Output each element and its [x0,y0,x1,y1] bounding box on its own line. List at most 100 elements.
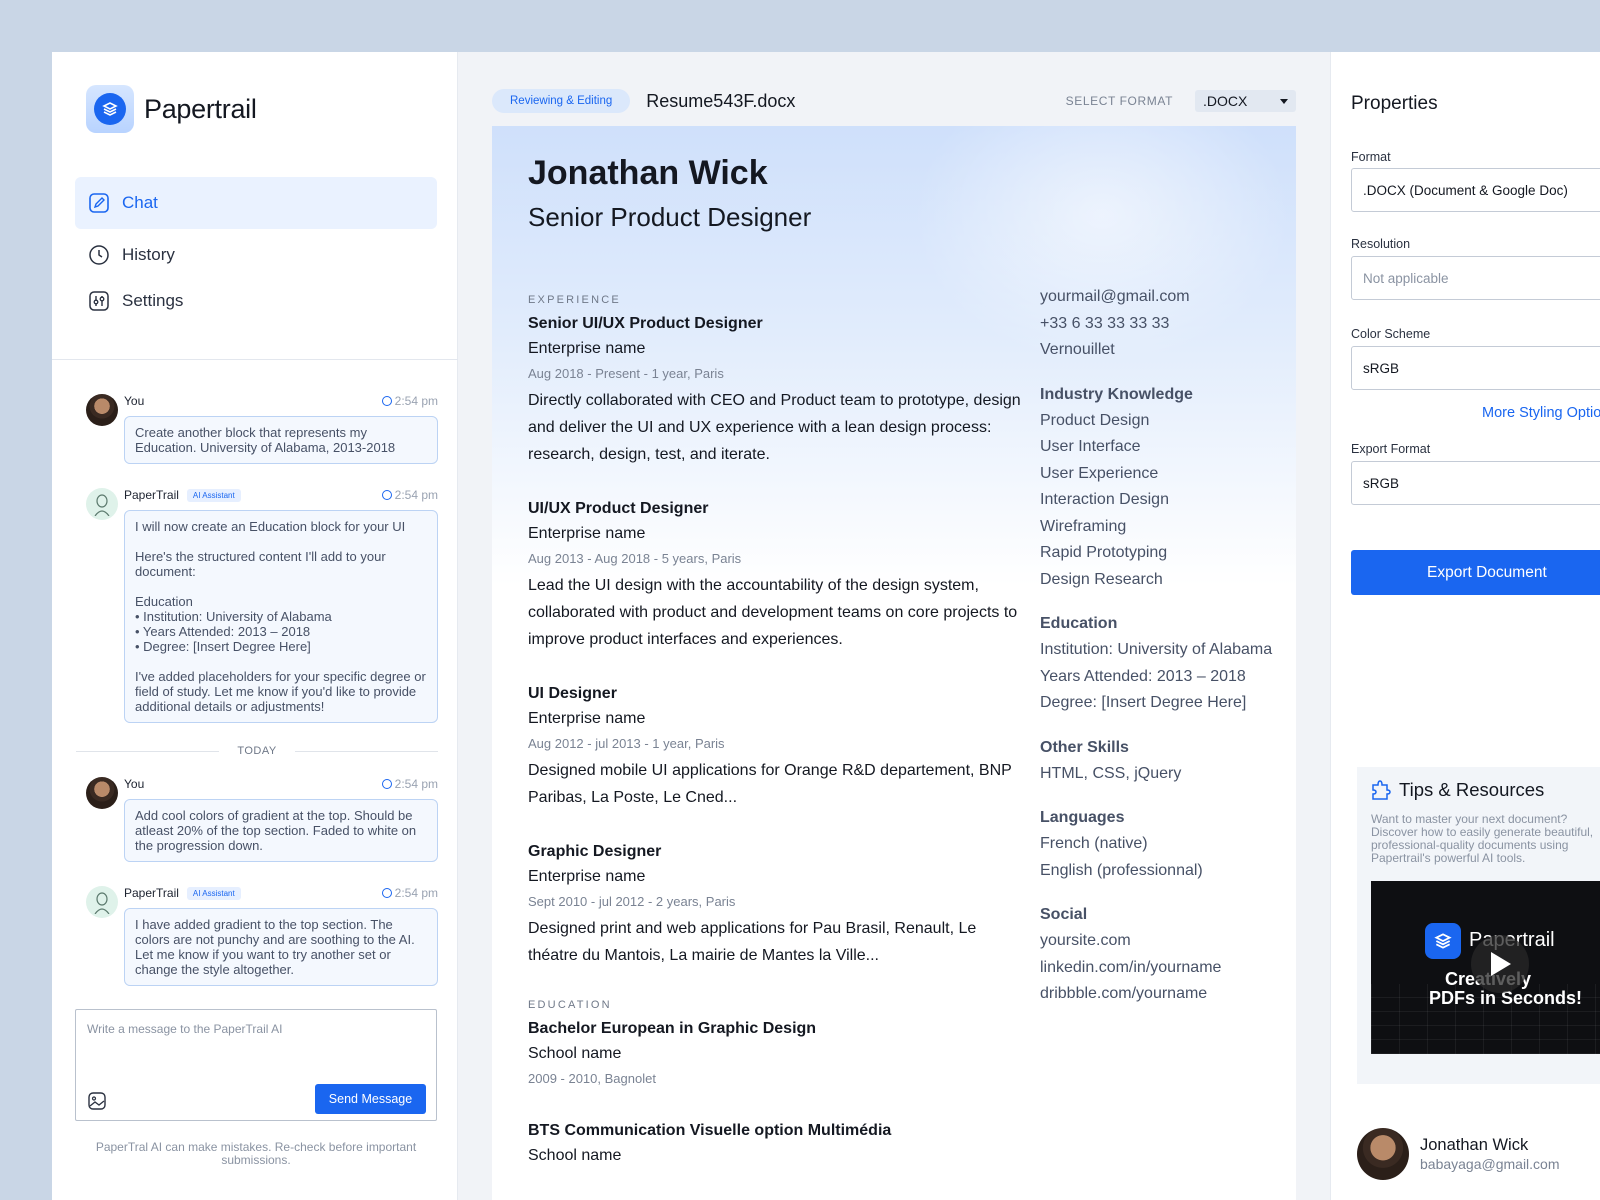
list-item: Rapid Prototyping [1040,544,1168,561]
details-column: yourmail@gmail.com +33 6 33 33 33 33 Ver… [1040,288,1296,1008]
tips-title: Tips & Resources [1399,779,1545,800]
user-name: Jonathan Wick [1420,1136,1529,1154]
user-profile[interactable]: Jonathan Wick babayaga@gmail.com [1357,1128,1560,1180]
chevron-down-icon [1280,99,1288,104]
list-item: dribbble.com/yourname [1040,985,1208,1002]
play-icon[interactable] [1471,935,1529,993]
avatar [86,394,118,426]
select-format-label: SELECT FORMAT [1065,94,1173,108]
chat-message: You 2:54 pm Create another block that re… [76,392,438,464]
brand-logo[interactable]: Papertrail [86,85,257,133]
chat-message: PaperTrail AI Assistant 2:54 pm I will n… [76,486,438,723]
avatar [86,777,118,809]
education-title: Bachelor European in Graphic Design [528,1020,817,1037]
message-time: 2:54 pm [381,394,438,408]
document-title[interactable]: Resume543F.docx [646,91,795,112]
list-item: yoursite.com [1040,932,1131,949]
chat-thread: You 2:54 pm Create another block that re… [76,392,439,1008]
resume-name: Jonathan Wick [528,154,768,192]
message-bubble: I will now create an Education block for… [124,510,438,723]
nav-item-chat[interactable]: Chat [75,177,437,229]
job-dates: Sept 2010 - jul 2012 - 2 years, Paris [528,894,736,909]
send-message-button[interactable]: Send Message [315,1084,426,1114]
puzzle-icon [1369,779,1391,801]
document-area: Reviewing & Editing Resume543F.docx SELE… [458,52,1330,1200]
job-entry: UI Designer Enterprise name Aug 2012 - j… [528,683,1028,811]
nav-item-settings[interactable]: Settings [75,275,437,327]
user-email: babayaga@gmail.com [1420,1156,1560,1172]
message-bubble: Add cool colors of gradient at the top. … [124,799,438,862]
message-author: You [124,394,145,408]
message-time: 2:54 pm [381,886,438,900]
job-dates: Aug 2018 - Present - 1 year, Paris [528,366,724,381]
job-description: Directly collaborated with CEO and Produ… [528,392,1021,463]
message-time: 2:54 pm [381,777,438,791]
export-document-button[interactable]: Export Document [1351,550,1600,595]
resolution-field[interactable]: Not applicable [1351,256,1600,300]
nav-item-history[interactable]: History [75,229,437,281]
job-description: Designed mobile UI applications for Oran… [528,762,1012,806]
video-thumbnail[interactable]: Papertrail Creatively PDFs in Seconds! [1371,881,1600,1054]
job-entry: Senior UI/UX Product Designer Enterprise… [528,313,1028,468]
section-label: EXPERIENCE [528,294,621,306]
list-item: HTML, CSS, jQuery [1040,764,1182,782]
contact-email: yourmail@gmail.com [1040,288,1190,305]
chat-message: PaperTrail AI Assistant 2:54 pm I have a… [76,884,438,986]
color-scheme-field[interactable]: sRGB [1351,346,1600,390]
brand-name: Papertrail [144,93,257,124]
job-company: Enterprise name [528,525,646,542]
nav-label-history: History [122,245,175,264]
nav-label-settings: Settings [122,291,184,310]
resume-role: Senior Product Designer [528,202,812,232]
section-heading: Social [1040,906,1088,923]
list-item: User Interface [1040,438,1141,455]
message-time: 2:54 pm [381,488,438,502]
format-field[interactable]: .DOCX (Document & Google Doc) [1351,168,1600,212]
section-heading: Industry Knowledge [1040,385,1193,403]
message-composer[interactable]: Write a message to the PaperTrail AI Sen… [75,1009,437,1121]
edit-icon [87,191,111,215]
section-label: EDUCATION [528,999,612,1011]
contact-phone: +33 6 33 33 33 33 [1040,314,1170,332]
ai-badge: AI Assistant [186,886,241,900]
tips-card: Tips & Resources Want to master your nex… [1357,767,1600,1084]
experience-column: EXPERIENCE Senior UI/UX Product Designer… [528,294,1028,1200]
ai-badge: AI Assistant [186,488,241,502]
school-name: School name [528,1147,622,1164]
status-badge: Reviewing & Editing [492,89,631,113]
list-item: Product Design [1040,411,1150,429]
job-description: Designed print and web applications for … [528,920,977,964]
export-format-label: Export Format [1351,442,1431,456]
more-styling-link[interactable]: More Styling Options [1482,405,1600,421]
image-attach-icon[interactable] [87,1091,107,1111]
list-item: English (professionnal) [1040,861,1203,879]
chat-message: You 2:54 pm Add cool colors of gradient … [76,775,438,862]
education-title: BTS Communication Visuelle option Multim… [528,1122,892,1139]
clock-icon [87,243,111,267]
message-author: PaperTrail [124,886,179,900]
resume-preview[interactable]: Jonathan Wick Senior Product Designer EX… [492,126,1296,1200]
sliders-icon [87,289,111,313]
main-nav: Chat History Settings [75,177,437,321]
check-icon [381,396,392,406]
composer-placeholder[interactable]: Write a message to the PaperTrail AI [87,1022,282,1036]
list-item: User Experience [1040,464,1159,482]
school-name: School name [528,1045,622,1062]
color-scheme-label: Color Scheme [1351,327,1431,341]
job-dates: Aug 2013 - Aug 2018 - 5 years, Paris [528,551,742,566]
job-company: Enterprise name [528,868,646,885]
format-select[interactable]: .DOCX [1195,90,1296,112]
list-item: Degree: [Insert Degree Here] [1040,694,1247,711]
job-entry: Graphic Designer Enterprise name Sept 20… [528,841,1028,969]
job-title: UI/UX Product Designer [528,500,709,517]
export-format-field[interactable]: sRGB [1351,461,1600,505]
job-dates: Aug 2012 - jul 2013 - 1 year, Paris [528,736,725,751]
job-title: Senior UI/UX Product Designer [528,315,763,332]
education-dates: 2009 - 2010, Bagnolet [528,1071,656,1086]
format-label: Format [1351,150,1391,164]
sidebar-divider [52,359,458,360]
check-icon [381,779,392,789]
message-bubble: I have added gradient to the top section… [124,908,438,986]
education-entry: BTS Communication Visuelle option Multim… [528,1120,1028,1170]
list-item: French (native) [1040,835,1148,852]
